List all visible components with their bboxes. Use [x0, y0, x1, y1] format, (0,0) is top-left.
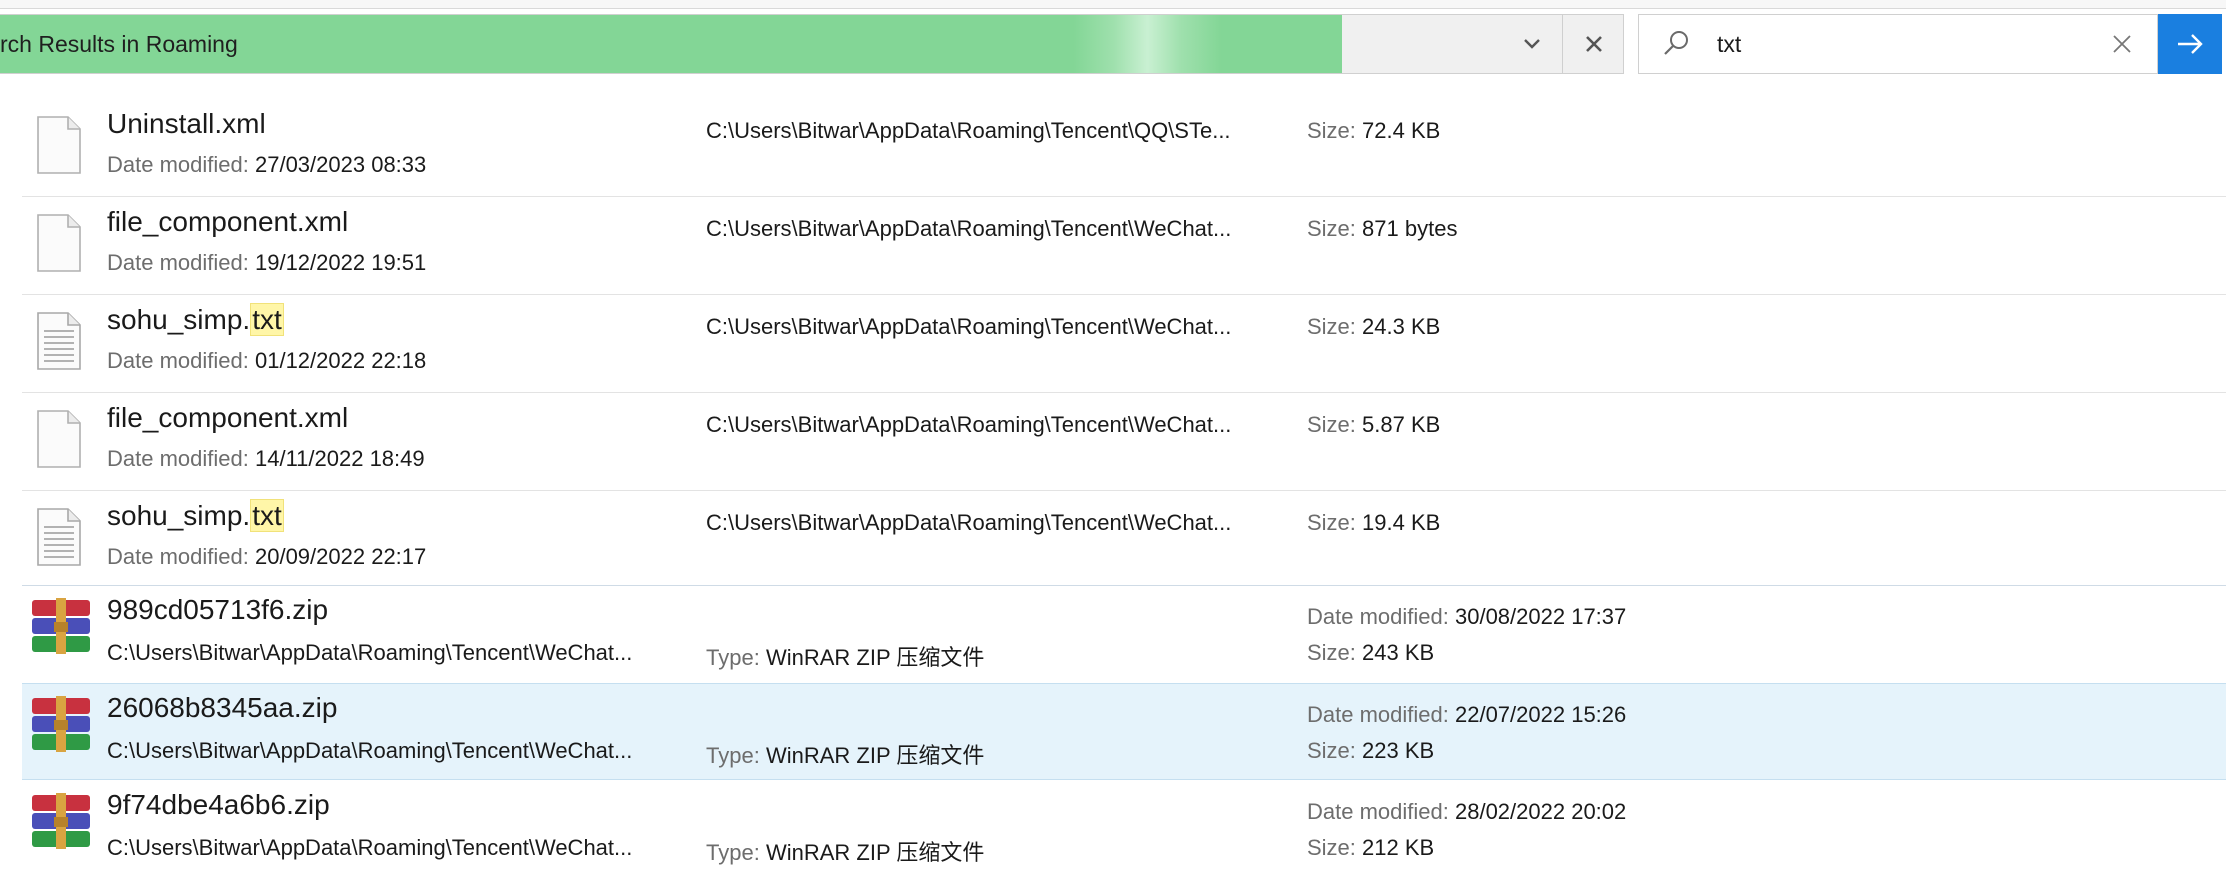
stop-search-button[interactable]	[1562, 15, 1624, 73]
date-modified: Date modified: 22/07/2022 15:26	[1307, 702, 1627, 727]
clear-search-button[interactable]	[2107, 29, 2137, 59]
date-modified: Date modified: 28/02/2022 20:02	[1307, 799, 1627, 824]
file-type: Type: WinRAR ZIP 压缩文件	[706, 645, 985, 670]
text-document-icon	[37, 410, 81, 468]
file-size: Size: 243 KB	[1307, 640, 1435, 665]
search-icon	[1664, 31, 1688, 55]
file-size: Size: 72.4 KB	[1307, 118, 1441, 143]
text-document-icon	[37, 116, 81, 174]
winrar-archive-icon	[32, 598, 90, 654]
match-highlight: txt	[250, 499, 284, 532]
file-path: C:\Users\Bitwar\AppData\Roaming\Tencent\…	[706, 314, 1232, 339]
file-name[interactable]: sohu_simp.txt	[107, 303, 284, 336]
file-type: Type: WinRAR ZIP 压缩文件	[706, 743, 985, 768]
date-modified: Date modified: 30/08/2022 17:37	[1307, 604, 1627, 629]
close-icon	[2113, 35, 2131, 53]
search-submit-button[interactable]	[2158, 14, 2222, 74]
file-path: C:\Users\Bitwar\AppData\Roaming\Tencent\…	[107, 835, 633, 860]
list-item[interactable]: Uninstall.xml Date modified: 27/03/2023 …	[22, 100, 2226, 197]
list-item[interactable]: sohu_simp.txt Date modified: 01/12/2022 …	[22, 296, 2226, 393]
file-size: Size: 212 KB	[1307, 835, 1435, 860]
file-path: C:\Users\Bitwar\AppData\Roaming\Tencent\…	[706, 412, 1232, 437]
match-highlight: txt	[250, 303, 284, 336]
list-item[interactable]: file_component.xml Date modified: 19/12/…	[22, 198, 2226, 295]
file-size: Size: 223 KB	[1307, 738, 1435, 763]
close-icon	[1585, 36, 1602, 52]
file-path: C:\Users\Bitwar\AppData\Roaming\Tencent\…	[107, 640, 633, 665]
winrar-archive-icon	[32, 696, 90, 752]
file-name[interactable]: sohu_simp.txt	[107, 499, 284, 532]
date-modified: Date modified: 27/03/2023 08:33	[107, 152, 427, 177]
date-modified: Date modified: 01/12/2022 22:18	[107, 348, 427, 373]
file-path: C:\Users\Bitwar\AppData\Roaming\Tencent\…	[706, 216, 1232, 241]
text-file-icon	[37, 508, 81, 566]
file-type: Type: WinRAR ZIP 压缩文件	[706, 840, 985, 865]
date-modified: Date modified: 20/09/2022 22:17	[107, 544, 427, 569]
file-size: Size: 5.87 KB	[1307, 412, 1441, 437]
address-text[interactable]: rch Results in Roaming	[0, 15, 238, 73]
list-item[interactable]: file_component.xml Date modified: 14/11/…	[22, 394, 2226, 491]
file-size: Size: 24.3 KB	[1307, 314, 1441, 339]
window-top-edge	[0, 0, 2226, 9]
search-input[interactable]	[1717, 25, 2017, 63]
text-file-icon	[37, 312, 81, 370]
date-modified: Date modified: 14/11/2022 18:49	[107, 446, 425, 471]
file-path: C:\Users\Bitwar\AppData\Roaming\Tencent\…	[706, 118, 1231, 143]
search-box[interactable]	[1638, 14, 2158, 74]
list-item[interactable]: sohu_simp.txt Date modified: 20/09/2022 …	[22, 492, 2226, 589]
address-history-dropdown-button[interactable]	[1502, 15, 1562, 73]
text-document-icon	[37, 214, 81, 272]
file-size: Size: 871 bytes	[1307, 216, 1458, 241]
file-size: Size: 19.4 KB	[1307, 510, 1441, 535]
list-item-selected[interactable]: 26068b8345aa.zip C:\Users\Bitwar\AppData…	[22, 683, 2226, 780]
file-name[interactable]: 26068b8345aa.zip	[107, 692, 337, 724]
file-name[interactable]: 989cd05713f6.zip	[107, 594, 328, 626]
list-item[interactable]: 989cd05713f6.zip C:\Users\Bitwar\AppData…	[22, 585, 2226, 682]
address-bar[interactable]: rch Results in Roaming	[0, 14, 1624, 74]
date-modified: Date modified: 19/12/2022 19:51	[107, 250, 427, 275]
file-path: C:\Users\Bitwar\AppData\Roaming\Tencent\…	[107, 738, 633, 763]
file-name[interactable]: file_component.xml	[107, 402, 348, 434]
list-item[interactable]: 9f74dbe4a6b6.zip C:\Users\Bitwar\AppData…	[22, 781, 2226, 878]
file-name[interactable]: Uninstall.xml	[107, 108, 266, 140]
chevron-down-icon	[1524, 39, 1540, 49]
arrow-right-icon	[2178, 34, 2203, 54]
file-name[interactable]: 9f74dbe4a6b6.zip	[107, 789, 330, 821]
winrar-archive-icon	[32, 793, 90, 849]
file-path: C:\Users\Bitwar\AppData\Roaming\Tencent\…	[706, 510, 1232, 535]
file-name[interactable]: file_component.xml	[107, 206, 348, 238]
